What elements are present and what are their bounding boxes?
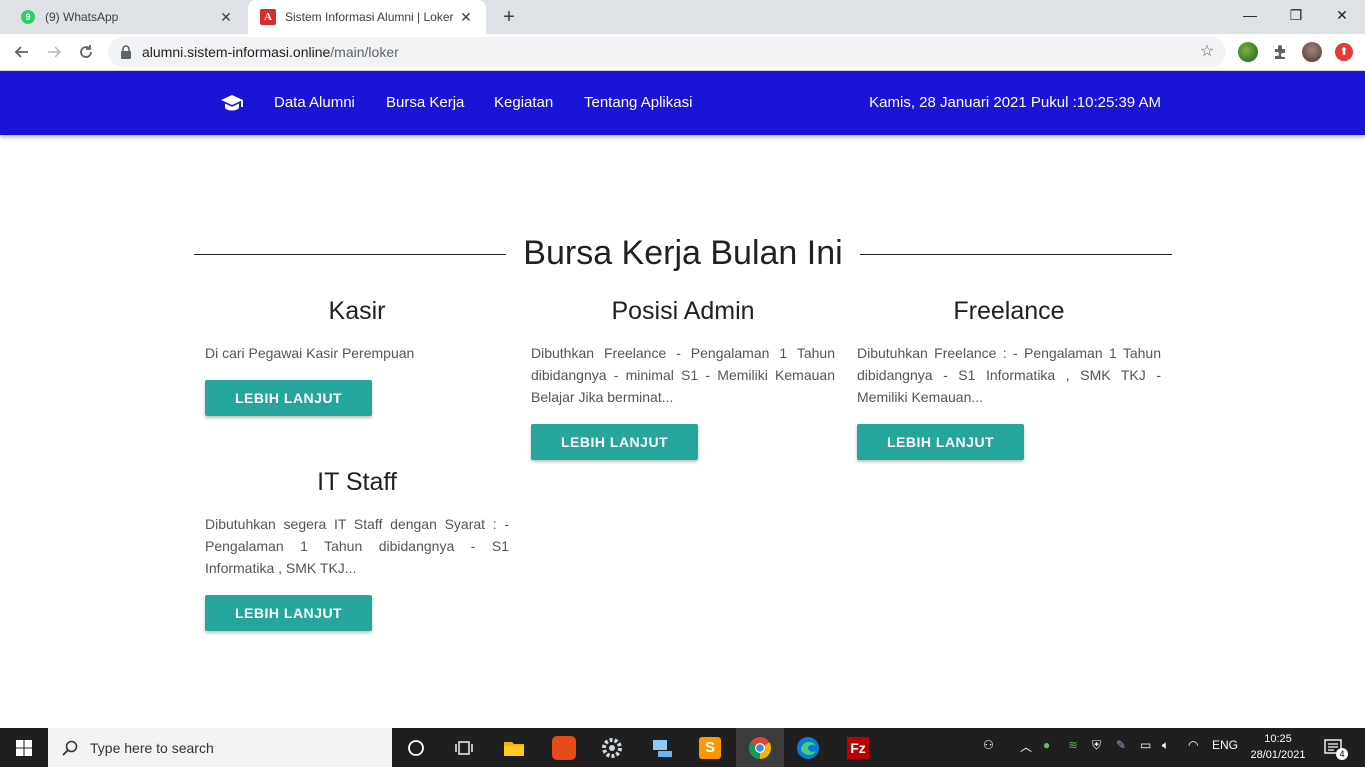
job-title: Kasir	[328, 297, 386, 325]
reload-button[interactable]	[72, 38, 100, 66]
tray-app-icon[interactable]: ≋	[1068, 738, 1078, 752]
lebih-lanjut-button[interactable]: LEBIH LANJUT	[857, 424, 1025, 460]
job-title: Freelance	[953, 297, 1065, 325]
search-icon	[62, 740, 78, 756]
job-title: IT Staff	[317, 468, 397, 496]
language-indicator[interactable]: ENG	[1212, 738, 1238, 752]
lock-icon	[121, 45, 131, 59]
job-card-it-staff: IT Staff Dibutuhkan segera IT Staff deng…	[205, 465, 509, 631]
extension-globe-icon[interactable]	[1238, 42, 1258, 62]
network-computer-icon[interactable]	[638, 728, 686, 767]
task-view-icon[interactable]	[440, 728, 488, 767]
extensions-puzzle-icon[interactable]	[1266, 38, 1294, 66]
whatsapp-icon: 9	[20, 9, 36, 25]
update-arrow-icon[interactable]: ⬆	[1335, 43, 1353, 61]
nav-link-bursa-kerja[interactable]: Bursa Kerja	[386, 94, 464, 111]
cortana-circle-icon[interactable]	[392, 728, 440, 767]
pen-icon[interactable]: ✎	[1116, 738, 1126, 752]
taskbar-search-box[interactable]: Type here to search	[48, 728, 392, 767]
volume-icon[interactable]: 🔈︎	[1162, 738, 1169, 753]
job-description: Dibutuhkan segera IT Staff dengan Syarat…	[205, 516, 509, 576]
back-button[interactable]	[8, 38, 36, 66]
tab-title: Sistem Informasi Alumni | Loker	[285, 10, 454, 24]
wifi-icon[interactable]: ◠	[1188, 738, 1198, 752]
system-clock[interactable]: 10:25 28/01/2021	[1246, 731, 1310, 763]
windows-taskbar: Type here to search S Fz ⚇ ︿ ● ≋ ⛨ ✎ ▭ 🔈…	[0, 728, 1365, 767]
notification-count-badge: 4	[1336, 748, 1348, 760]
restore-button[interactable]: ❐	[1273, 0, 1319, 30]
windows-start-button[interactable]	[0, 728, 48, 767]
job-description: Dibutuhkan Freelance : - Pengalaman 1 Ta…	[857, 345, 1161, 405]
settings-gear-icon[interactable]	[588, 728, 636, 767]
edge-icon[interactable]	[784, 728, 832, 767]
tab-title: (9) WhatsApp	[45, 10, 119, 24]
tray-app-icon[interactable]: ●	[1043, 738, 1050, 752]
browser-tab-strip: 9 (9) WhatsApp ✕ A Sistem Informasi Alum…	[0, 0, 1365, 34]
url-text: alumni.sistem-informasi.online/main/loke…	[142, 44, 399, 60]
shield-icon[interactable]: ⛨	[1092, 738, 1101, 753]
browser-toolbar: alumni.sistem-informasi.online/main/loke…	[0, 34, 1365, 71]
file-explorer-icon[interactable]	[490, 728, 538, 767]
app-orange-icon[interactable]	[540, 728, 588, 767]
sublime-text-icon[interactable]: S	[686, 728, 734, 767]
date-time-clock: Kamis, 28 Januari 2021 Pukul :10:25:39 A…	[869, 94, 1161, 111]
close-icon[interactable]: ✕	[458, 9, 474, 25]
forward-button[interactable]	[40, 38, 68, 66]
search-placeholder: Type here to search	[90, 739, 214, 756]
new-tab-button[interactable]: +	[496, 6, 522, 28]
windows-logo-icon	[16, 739, 32, 756]
graduation-cap-icon[interactable]	[220, 93, 244, 113]
page-title: Bursa Kerja Bulan Ini	[194, 234, 1172, 273]
profile-avatar[interactable]	[1302, 42, 1322, 62]
job-title: Posisi Admin	[611, 297, 755, 325]
arrow-left-icon	[14, 46, 28, 58]
nav-link-tentang-aplikasi[interactable]: Tentang Aplikasi	[584, 94, 692, 111]
close-icon[interactable]: ✕	[218, 9, 234, 25]
nav-link-kegiatan[interactable]: Kegiatan	[494, 94, 553, 111]
people-icon[interactable]: ⚇	[983, 738, 994, 752]
bookmark-star-icon[interactable]: ☆	[1198, 43, 1216, 61]
minimize-button[interactable]: —	[1227, 0, 1273, 30]
section-header: Bursa Kerja Bulan Ini	[194, 230, 1172, 280]
filezilla-icon[interactable]: Fz	[834, 728, 882, 767]
job-description: Di cari Pegawai Kasir Perempuan	[205, 345, 415, 361]
job-card-posisi-admin: Posisi Admin Dibuthkan Freelance - Penga…	[531, 294, 835, 460]
job-card-freelance: Freelance Dibutuhkan Freelance : - Penga…	[857, 294, 1161, 460]
chrome-icon[interactable]	[736, 728, 784, 767]
arrow-right-icon	[48, 46, 62, 58]
alumni-favicon-icon: A	[260, 9, 276, 25]
tab-whatsapp[interactable]: 9 (9) WhatsApp ✕	[8, 0, 246, 34]
address-bar[interactable]: alumni.sistem-informasi.online/main/loke…	[108, 37, 1226, 67]
nav-link-data-alumni[interactable]: Data Alumni	[274, 94, 355, 111]
site-navbar: Data Alumni Bursa Kerja Kegiatan Tentang…	[0, 71, 1365, 135]
lebih-lanjut-button[interactable]: LEBIH LANJUT	[205, 595, 373, 631]
window-close-button[interactable]: ✕	[1319, 0, 1365, 30]
battery-icon[interactable]: ▭	[1140, 738, 1151, 752]
job-description: Dibuthkan Freelance - Pengalaman 1 Tahun…	[531, 345, 835, 405]
notification-center-icon[interactable]: 4	[1314, 728, 1354, 767]
job-card-kasir: Kasir Di cari Pegawai Kasir Perempuan LE…	[205, 294, 509, 416]
lebih-lanjut-button[interactable]: LEBIH LANJUT	[531, 424, 699, 460]
lebih-lanjut-button[interactable]: LEBIH LANJUT	[205, 380, 373, 416]
reload-icon	[80, 45, 92, 58]
chevron-up-icon[interactable]: ︿	[1020, 738, 1032, 755]
tab-alumni[interactable]: A Sistem Informasi Alumni | Loker ✕	[248, 0, 486, 34]
whatsapp-badge: 9	[21, 10, 35, 24]
